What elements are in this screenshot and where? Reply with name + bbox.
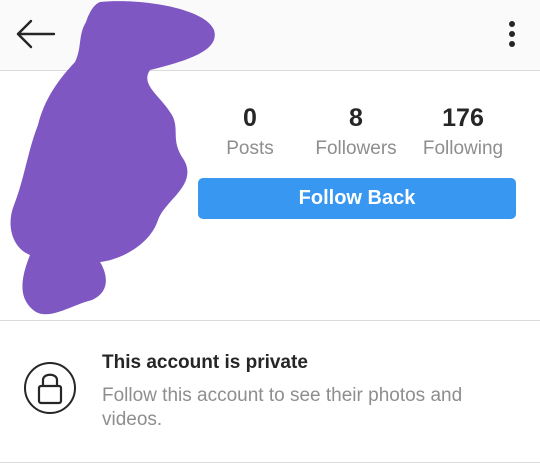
- followers-stat[interactable]: 8 Followers: [306, 103, 406, 162]
- redaction-scribble: [10, 1, 215, 315]
- following-label: Following: [422, 138, 504, 159]
- following-stat[interactable]: 176 Following: [414, 103, 512, 162]
- more-vertical-icon: [509, 21, 515, 47]
- following-count: 176: [442, 104, 484, 132]
- section-divider: [0, 320, 540, 321]
- private-account-title: This account is private: [102, 352, 308, 373]
- lock-badge: [24, 362, 76, 414]
- private-account-description: Follow this account to see their photos …: [102, 385, 463, 430]
- followers-label: Followers: [315, 138, 397, 159]
- more-options-button[interactable]: [498, 16, 526, 52]
- followers-count: 8: [349, 104, 363, 132]
- lock-icon: [37, 373, 63, 405]
- profile-screen: 0 Posts 8 Followers 176 Following Follow…: [0, 0, 540, 465]
- bottom-divider: [0, 462, 540, 463]
- follow-back-button[interactable]: Follow Back: [198, 178, 516, 219]
